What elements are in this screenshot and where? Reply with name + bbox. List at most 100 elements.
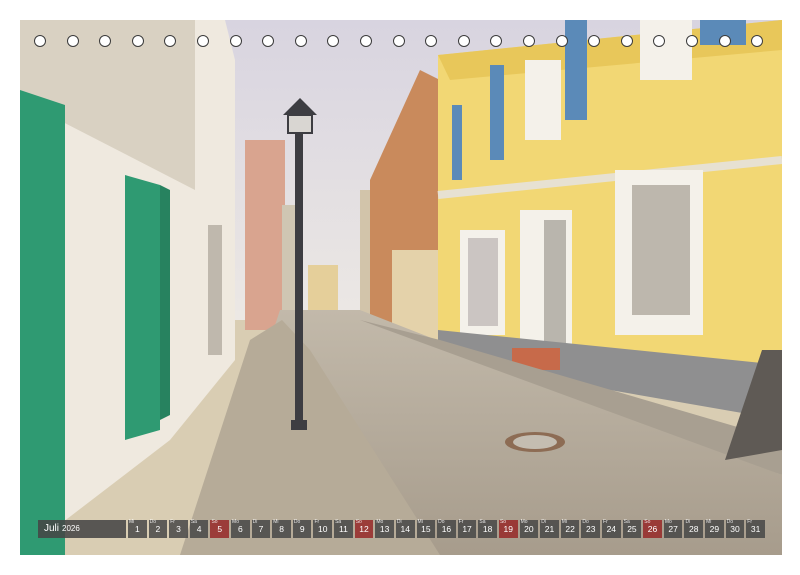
calendar-day: Fr 10	[313, 519, 333, 538]
weekday-label: Mi	[706, 519, 712, 525]
weekday-label: Fr	[458, 519, 464, 525]
weekday-label: Fr	[314, 519, 320, 525]
calendar-day: So 19	[498, 519, 518, 538]
calendar-day: So 12	[354, 519, 374, 538]
weekday-label: So	[355, 519, 362, 525]
calendar-strip: Juli 2026 Mi 1 Do 2 Fr 3 Sa 4 So 5 Mo 6 Di 7 Mi 8 Do 9 Fr 10…	[38, 519, 765, 538]
year-label: 2026	[62, 524, 80, 533]
calendar-day: Do 9	[292, 519, 312, 538]
weekday-label: Mi	[561, 519, 568, 525]
weekday-label: Sa	[623, 519, 630, 525]
binding-hole	[262, 35, 275, 47]
green-shutter-left	[20, 90, 65, 555]
month-label: Juli 2026	[38, 520, 126, 538]
day-number: 7	[258, 524, 264, 534]
weekday-label: Do	[438, 519, 445, 525]
day-number: 24	[606, 524, 617, 534]
binding-hole	[229, 35, 242, 47]
binding-hole	[392, 35, 405, 47]
green-shutter-right	[125, 175, 160, 440]
calendar-day: Mo 20	[519, 519, 539, 538]
binding-hole	[718, 35, 731, 47]
calendar-day: Sa 18	[478, 519, 497, 538]
binding-hole	[294, 35, 307, 47]
calendar-day: Mi 22	[560, 519, 580, 538]
calendar-day: Sa 11	[334, 519, 353, 538]
weekday-label: Di	[252, 519, 258, 525]
weekday-label: Do	[149, 519, 157, 525]
day-number: 21	[544, 524, 555, 534]
lamp-post	[295, 130, 303, 430]
street-scene-illustration	[20, 20, 782, 555]
binding-hole	[425, 35, 438, 47]
street-photo	[20, 20, 782, 555]
binding-hole	[653, 35, 666, 47]
weekday-label: Fr	[747, 519, 753, 525]
calendar-day: Fr 3	[169, 519, 188, 538]
weekday-label: Mo	[520, 519, 528, 525]
binding-hole	[523, 35, 535, 47]
weekday-label: Do	[293, 519, 301, 525]
binding-hole	[751, 35, 764, 47]
weekday-label: Mi	[417, 519, 423, 525]
binding-hole	[34, 35, 46, 47]
binding-hole	[588, 35, 601, 47]
calendar-day: Sa 4	[189, 519, 209, 538]
weekday-label: Di	[685, 519, 691, 525]
binding-hole	[99, 35, 112, 47]
day-number: 5	[217, 524, 223, 534]
calendar-day: Sa 25	[622, 519, 642, 538]
weekday-label: So	[211, 519, 218, 525]
weekday-label: Do	[582, 519, 589, 525]
weekday-label: Di	[541, 519, 546, 525]
binding-hole	[686, 35, 698, 47]
calendar-day: Di 28	[684, 519, 704, 538]
calendar-day: Mo 13	[375, 519, 394, 538]
calendar-page: Juli 2026 Mi 1 Do 2 Fr 3 Sa 4 So 5 Mo 6 Di 7 Mi 8 Do 9 Fr 10…	[0, 0, 800, 575]
binding-hole	[555, 35, 568, 47]
day-number: 1	[134, 524, 140, 534]
calendar-day: Do 23	[581, 519, 601, 538]
day-number: 31	[750, 524, 761, 534]
weekday-label: Mi	[129, 519, 135, 525]
calendar-day: So 26	[643, 519, 662, 538]
weekday-label: Do	[726, 519, 734, 525]
calendar-day: Mo 27	[663, 519, 683, 538]
calendar-day: Do 30	[725, 519, 745, 538]
day-number: 10	[318, 524, 328, 534]
day-number: 17	[462, 524, 472, 534]
day-number: 2	[155, 524, 161, 534]
weekday-label: So	[499, 519, 507, 525]
day-number: 3	[176, 524, 181, 534]
calendar-day: Mi 29	[705, 519, 724, 538]
weekday-label: Di	[396, 519, 402, 525]
weekday-label: Sa	[335, 519, 342, 525]
calendar-day: Mi 1	[128, 519, 147, 538]
calendar-day: Fr 31	[746, 519, 765, 538]
calendar-day: Mi 15	[416, 519, 436, 538]
weekday-label: Mi	[273, 519, 279, 525]
calendar-day: Mi 8	[272, 519, 291, 538]
calendar-day: Do 2	[148, 519, 168, 538]
calendar-day: Fr 17	[457, 519, 477, 538]
calendar-day: Di 21	[540, 519, 559, 538]
calendar-day: Di 7	[251, 519, 271, 538]
pink-building	[245, 140, 285, 330]
binding-hole	[66, 35, 79, 47]
weekday-label: Fr	[603, 519, 608, 525]
binding-holes	[0, 35, 800, 49]
binding-hole	[457, 35, 470, 47]
binding-hole	[197, 35, 209, 47]
day-number: 28	[689, 524, 699, 534]
binding-hole	[490, 35, 503, 47]
weekday-label: So	[644, 519, 651, 525]
weekday-label: Mo	[376, 519, 384, 525]
weekday-label: Fr	[170, 519, 175, 525]
weekday-label: Mo	[232, 519, 239, 525]
binding-hole	[131, 35, 144, 47]
weekday-label: Mo	[664, 519, 672, 525]
binding-hole	[164, 35, 177, 47]
day-number: 8	[279, 524, 284, 534]
day-number: 14	[400, 524, 410, 534]
calendar-day: Mo 6	[231, 519, 250, 538]
